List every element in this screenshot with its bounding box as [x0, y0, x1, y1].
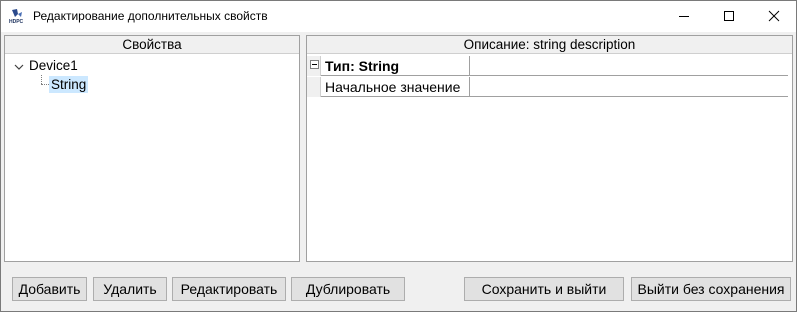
properties-panel: Свойства Device1 String	[4, 35, 300, 262]
chevron-down-icon[interactable]	[13, 60, 25, 72]
grid-row-initial-value[interactable]: Начальное значение	[307, 77, 788, 97]
grid-row-name: Начальное значение	[325, 79, 461, 95]
hdpc-app-icon: HDPC	[9, 8, 25, 25]
close-icon	[768, 9, 780, 25]
grid-row-type[interactable]: Тип: String	[307, 56, 788, 76]
maximize-button[interactable]	[706, 1, 752, 32]
minimize-button[interactable]	[661, 1, 707, 32]
grid-divider[interactable]	[469, 77, 470, 97]
title-bar[interactable]: HDPC Редактирование дополнительных свойс…	[1, 1, 796, 32]
add-button[interactable]: Добавить	[12, 277, 87, 301]
duplicate-button[interactable]: Дублировать	[291, 277, 405, 301]
grid-gutter	[307, 56, 321, 76]
delete-button[interactable]: Удалить	[93, 277, 167, 301]
window-title: Редактирование дополнительных свойств	[33, 9, 268, 23]
tree-item-device1[interactable]: Device1	[29, 57, 78, 74]
close-button[interactable]	[751, 1, 797, 32]
tree-connector	[41, 84, 49, 85]
edit-button[interactable]: Редактировать	[172, 277, 286, 301]
grid-row-name: Тип: String	[325, 58, 400, 74]
minimize-icon	[678, 9, 690, 25]
svg-text:HDPC: HDPC	[9, 19, 24, 24]
save-and-exit-button[interactable]: Сохранить и выйти	[464, 277, 624, 301]
exit-without-saving-button[interactable]: Выйти без сохранения	[631, 277, 791, 301]
grid-divider[interactable]	[469, 56, 470, 76]
maximize-icon	[723, 9, 735, 25]
collapse-icon[interactable]	[310, 60, 319, 69]
description-header: Описание: string description	[307, 36, 792, 54]
grid-gutter	[307, 77, 321, 97]
dialog-window: HDPC Редактирование дополнительных свойс…	[0, 0, 797, 312]
description-panel: Описание: string description Тип: String…	[306, 35, 793, 262]
tree-connector	[41, 75, 42, 84]
tree-item-string[interactable]: String	[49, 76, 89, 93]
properties-header: Свойства	[5, 36, 299, 54]
